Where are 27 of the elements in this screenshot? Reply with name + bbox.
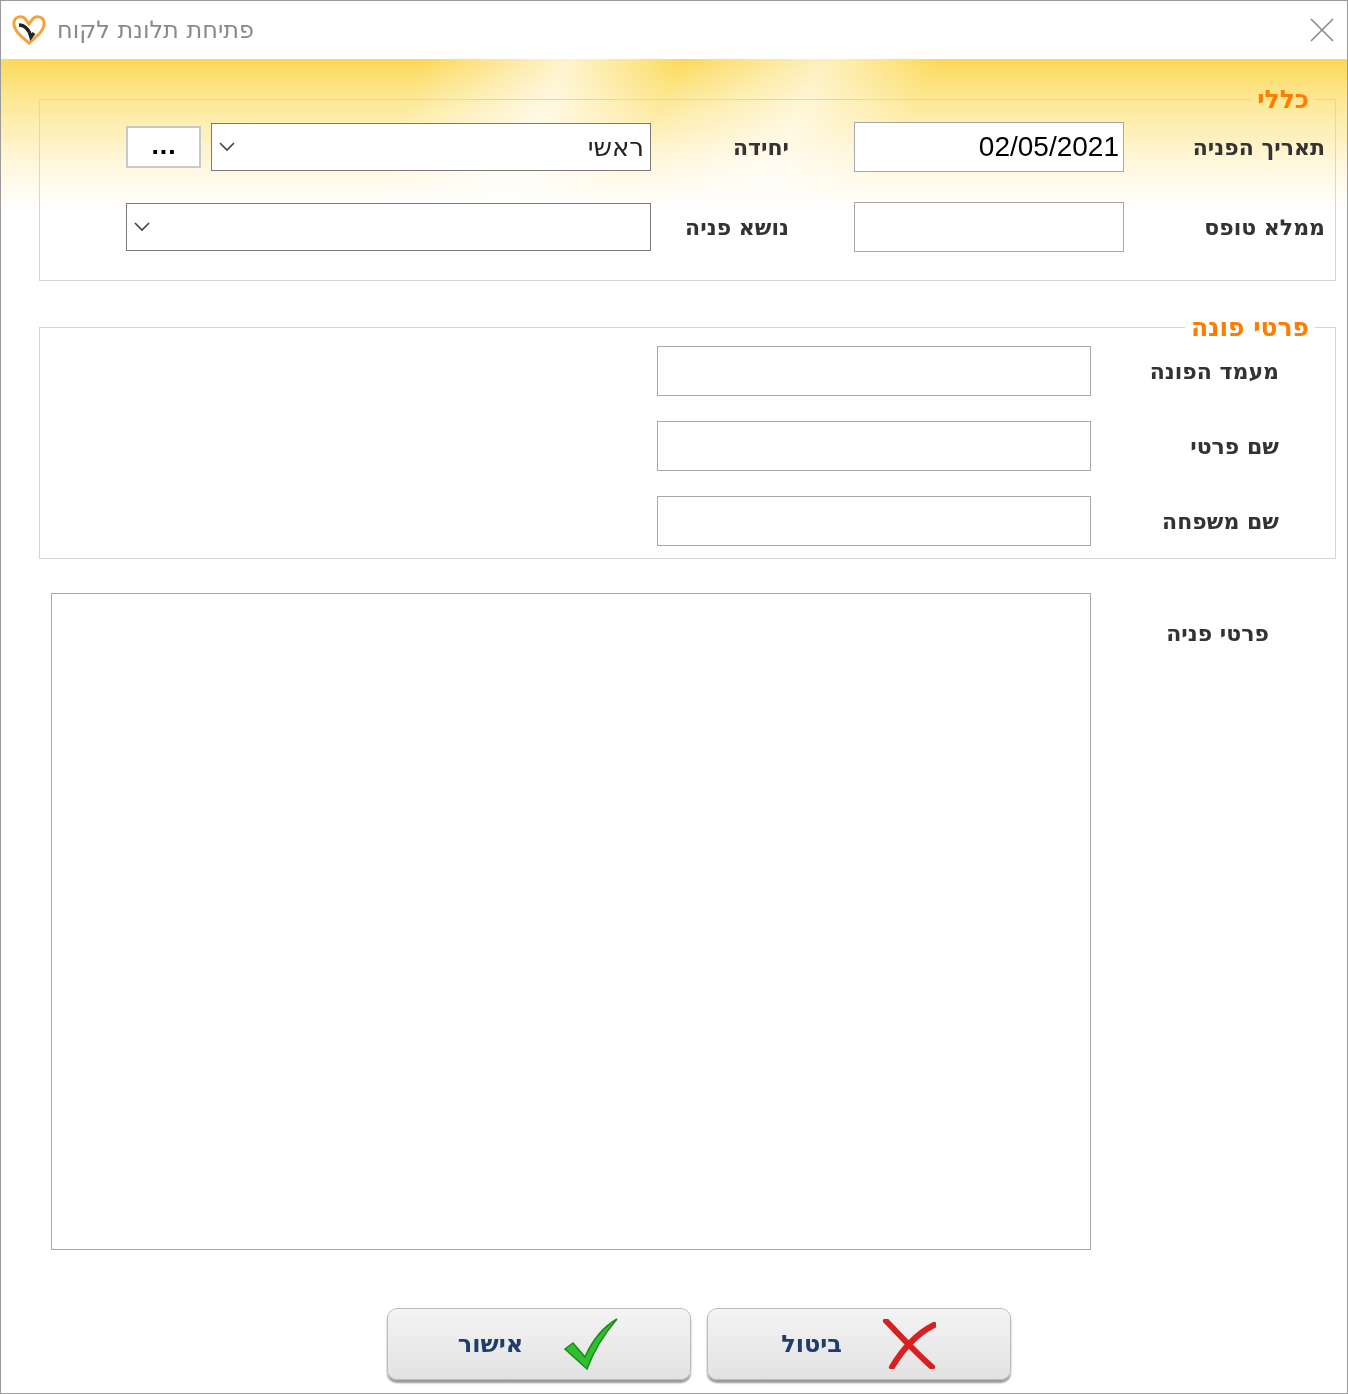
- field-label: מעמד הפונה: [1148, 357, 1279, 386]
- checkmark-icon: [563, 1317, 620, 1371]
- input-field[interactable]: [854, 202, 1124, 252]
- input-field[interactable]: [657, 421, 1091, 471]
- window-title: פתיחת תלונת לקוח: [57, 15, 255, 46]
- field-label: פרטי פניה: [1165, 620, 1269, 648]
- dropdown-value: ראשי: [587, 130, 644, 164]
- field-label: שם משפחה: [1161, 507, 1279, 536]
- chevron-down-icon: [218, 141, 236, 153]
- field-label: נושא פניה: [684, 213, 789, 242]
- ok-button[interactable]: אישור: [386, 1308, 691, 1380]
- field-label: יחידה: [731, 133, 789, 162]
- field-label: שם פרטי: [1189, 432, 1279, 461]
- field-label: תאריך הפניה: [1191, 133, 1325, 162]
- field-label: ממלא טופס: [1203, 213, 1325, 242]
- browse-button[interactable]: ...: [126, 126, 201, 168]
- dropdown-field[interactable]: [126, 203, 651, 251]
- dropdown-field[interactable]: ראשי: [211, 123, 651, 171]
- chevron-down-icon: [133, 221, 151, 233]
- heart-logo-icon: [11, 13, 47, 47]
- group-title: פרטי פונה: [1189, 315, 1310, 340]
- cross-icon: [881, 1319, 936, 1369]
- cancel-button[interactable]: ביטול: [706, 1308, 1011, 1380]
- input-field[interactable]: [657, 346, 1091, 396]
- input-field[interactable]: 02/05/2021: [854, 122, 1124, 172]
- input-field[interactable]: [657, 496, 1091, 546]
- group-title: כללי: [1256, 87, 1310, 112]
